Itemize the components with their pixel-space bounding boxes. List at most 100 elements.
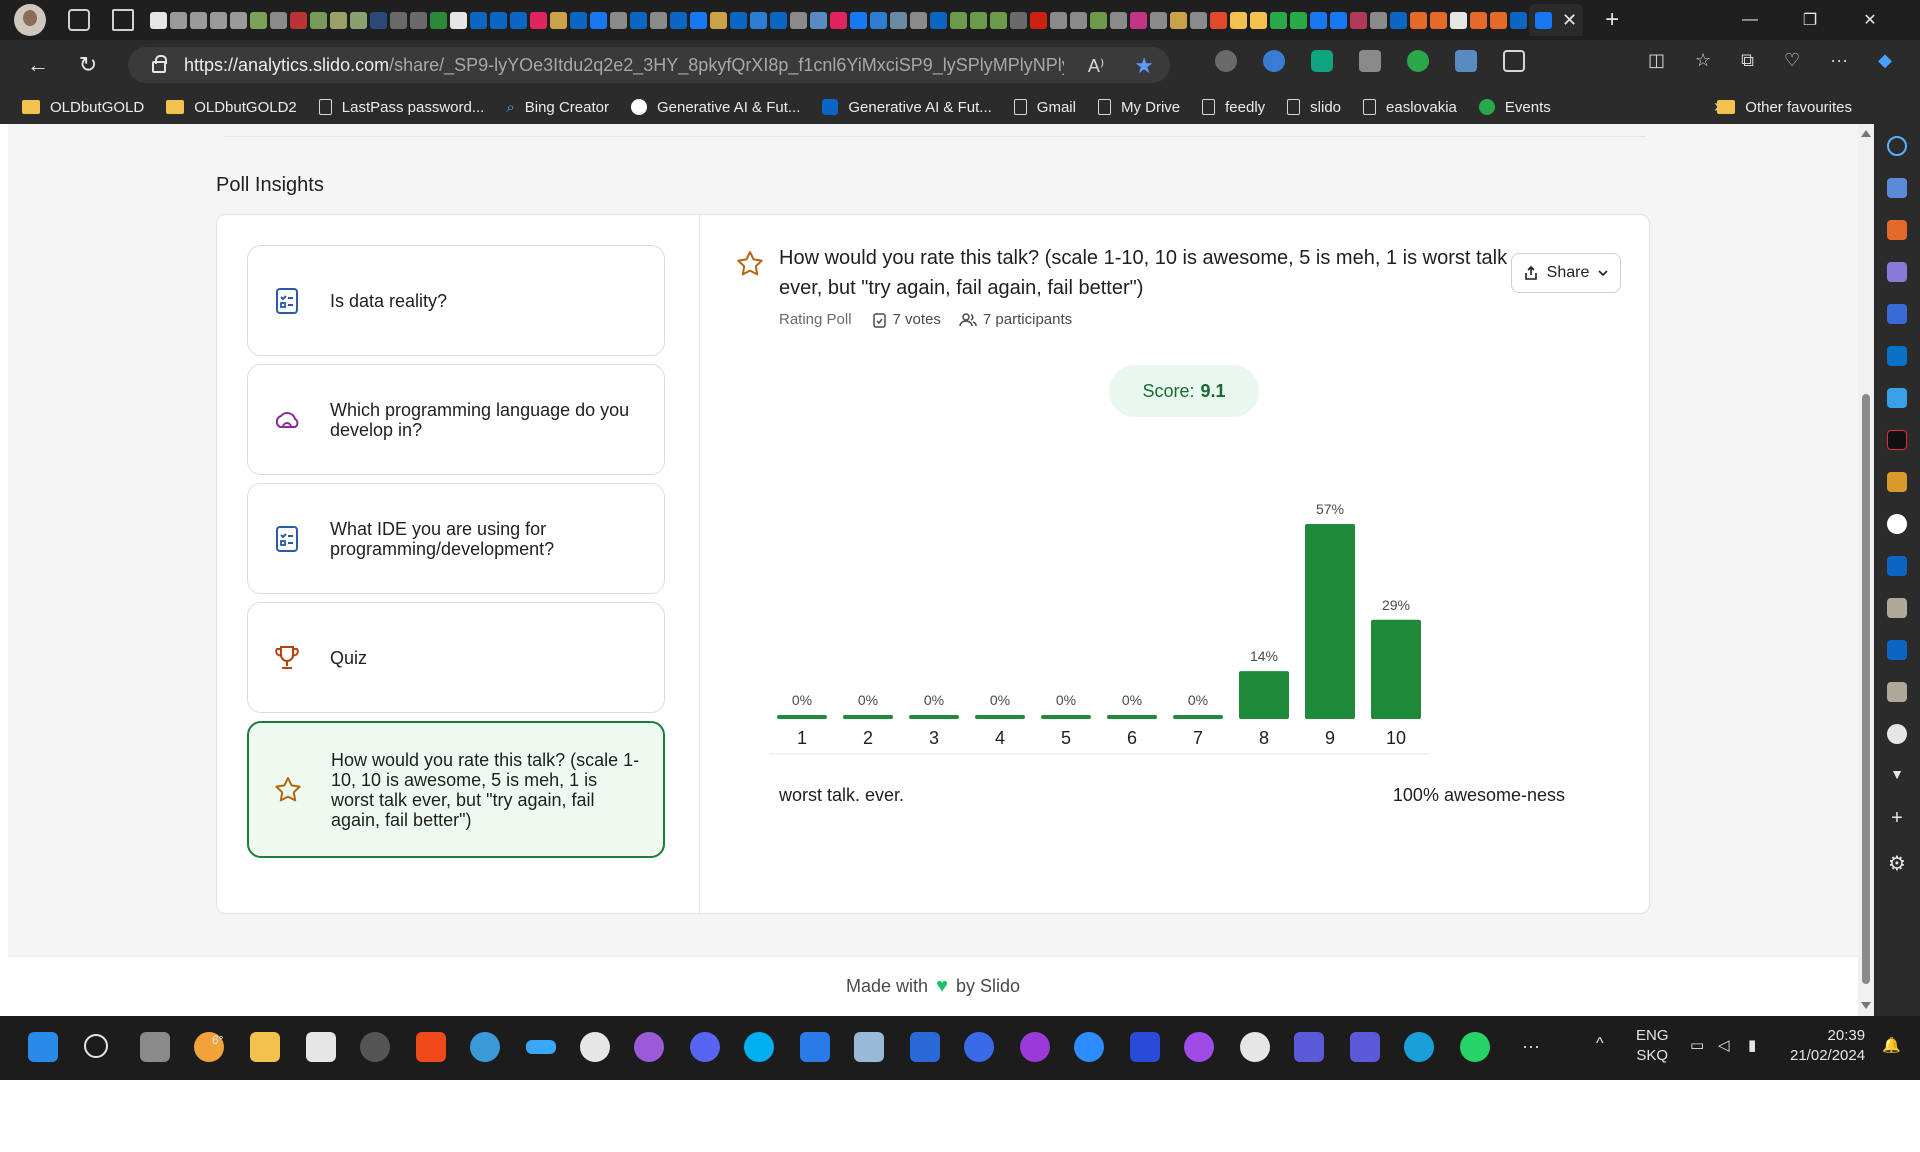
linkedin-tab-icon[interactable] <box>470 11 487 29</box>
edge-icon[interactable] <box>1404 1032 1434 1062</box>
signal-icon[interactable] <box>964 1032 994 1062</box>
tab-actions-icon[interactable] <box>112 9 134 31</box>
outlook-icon[interactable] <box>1887 346 1907 366</box>
search-icon[interactable] <box>1887 136 1907 156</box>
profile-avatar[interactable] <box>14 4 46 36</box>
tab-favicon[interactable] <box>890 11 907 29</box>
copilot-icon[interactable] <box>1887 304 1907 324</box>
tab-favicon[interactable] <box>250 11 267 29</box>
tab-favicon[interactable] <box>1010 11 1027 29</box>
poll-item[interactable]: Is data reality? <box>247 245 665 356</box>
tab-favicon[interactable] <box>1470 11 1487 29</box>
scroll-up-arrow-icon[interactable] <box>1861 130 1871 137</box>
profile-icon[interactable] <box>1887 598 1907 618</box>
windows-start-icon[interactable] <box>28 1032 58 1062</box>
tab-favicon[interactable] <box>1110 11 1127 29</box>
slido-tab-icon[interactable] <box>1270 11 1287 29</box>
tools-icon[interactable] <box>1887 220 1907 240</box>
facebook-tab-icon[interactable] <box>590 11 607 29</box>
linkedin-tab-icon[interactable] <box>1390 11 1407 29</box>
more-menu-icon[interactable]: ··· <box>1830 50 1848 71</box>
lab-icon[interactable] <box>360 1032 390 1062</box>
facebook-tab-icon[interactable] <box>1310 11 1327 29</box>
teams-icon[interactable] <box>1294 1032 1324 1062</box>
file-explorer-icon[interactable] <box>250 1032 280 1062</box>
linkedin-icon[interactable] <box>1887 556 1907 576</box>
poll-item[interactable]: Which programming language do you develo… <box>247 364 665 475</box>
bookmark-item[interactable]: LastPass password... <box>318 99 484 116</box>
bookmark-item[interactable]: feedly <box>1202 99 1265 116</box>
favourites-icon[interactable]: ☆ <box>1695 50 1711 71</box>
app-icon[interactable] <box>470 1032 500 1062</box>
tab-favicon[interactable] <box>830 11 847 29</box>
tiktok-icon[interactable] <box>1887 430 1907 450</box>
tab-favicon[interactable] <box>230 11 247 29</box>
bookmark-item[interactable]: Events <box>1478 99 1551 116</box>
store-icon[interactable] <box>306 1032 336 1062</box>
slido-tab-icon[interactable] <box>1290 11 1307 29</box>
profile-icon[interactable] <box>1887 682 1907 702</box>
favourite-star-icon[interactable]: ★ <box>1134 53 1154 79</box>
discord-icon[interactable] <box>690 1032 720 1062</box>
tab-favicon[interactable] <box>950 11 967 29</box>
active-tab[interactable]: ✕ <box>1529 4 1584 36</box>
tab-favicon[interactable] <box>910 11 927 29</box>
tab-favicon[interactable] <box>750 11 767 29</box>
github-icon[interactable] <box>634 1032 664 1062</box>
volume-icon[interactable]: ◁ <box>1718 1036 1730 1056</box>
whatsapp-icon[interactable] <box>1460 1032 1490 1062</box>
bookmark-item[interactable]: Generative AI & Fut... <box>822 99 992 116</box>
tab-favicon[interactable] <box>450 11 467 29</box>
meta-icon[interactable] <box>526 1040 556 1054</box>
tab-favicon[interactable] <box>1490 11 1507 29</box>
tab-favicon[interactable] <box>530 11 547 29</box>
tab-favicon[interactable] <box>790 11 807 29</box>
app-icon[interactable] <box>1240 1032 1270 1062</box>
tab-favicon[interactable] <box>1410 11 1427 29</box>
tab-favicon[interactable] <box>1090 11 1107 29</box>
medium-icon[interactable] <box>1887 514 1907 534</box>
tab-favicon[interactable] <box>270 11 287 29</box>
tab-favicon[interactable] <box>970 11 987 29</box>
chevron-up-icon[interactable]: ^ <box>1596 1034 1604 1054</box>
tab-favicon[interactable] <box>550 11 567 29</box>
extension-icon[interactable] <box>1887 472 1907 492</box>
tab-favicon[interactable] <box>390 11 407 29</box>
tab-favicon[interactable] <box>330 11 347 29</box>
linkedin-tab-icon[interactable] <box>490 11 507 29</box>
collections-icon[interactable]: ⧉ <box>1741 50 1754 71</box>
tab-favicon[interactable] <box>990 11 1007 29</box>
tab-favicon[interactable] <box>810 11 827 29</box>
task-view-icon[interactable] <box>140 1032 170 1062</box>
tab-favicon[interactable] <box>1190 11 1207 29</box>
add-icon[interactable]: + <box>1887 808 1907 828</box>
tab-favicon[interactable] <box>1370 11 1387 29</box>
bookmark-item[interactable]: My Drive <box>1097 99 1180 116</box>
chatgpt-extension-icon[interactable] <box>1311 50 1333 72</box>
app-icon[interactable] <box>1020 1032 1050 1062</box>
skype-icon[interactable] <box>744 1032 774 1062</box>
linkedin-tab-icon[interactable] <box>670 11 687 29</box>
split-screen-icon[interactable]: ◫ <box>1648 50 1665 71</box>
linkedin-tab-icon[interactable] <box>930 11 947 29</box>
extension-icon[interactable] <box>1263 50 1285 72</box>
slack-icon[interactable] <box>580 1032 610 1062</box>
poll-item[interactable]: What IDE you are using for programming/d… <box>247 483 665 594</box>
instagram-tab-icon[interactable] <box>1130 11 1147 29</box>
bookmark-item[interactable]: OLDbutGOLD <box>22 99 144 116</box>
new-tab-button[interactable]: + <box>1605 6 1619 34</box>
restore-icon[interactable]: ❐ <box>1780 0 1840 40</box>
browser-essentials-icon[interactable]: ♡ <box>1784 50 1800 71</box>
github-icon[interactable] <box>1887 724 1907 744</box>
messenger-icon[interactable] <box>1184 1032 1214 1062</box>
notifications-bell-icon[interactable]: 🔔 <box>1882 1036 1901 1056</box>
linkedin-tab-icon[interactable] <box>510 11 527 29</box>
extension-icon[interactable] <box>1359 50 1381 72</box>
tab-favicon[interactable] <box>1430 11 1447 29</box>
tab-favicon[interactable] <box>310 11 327 29</box>
brave-icon[interactable] <box>416 1032 446 1062</box>
tab-favicon[interactable] <box>410 11 427 29</box>
scroll-down-arrow-icon[interactable] <box>1861 1002 1871 1009</box>
tab-favicon[interactable] <box>210 11 227 29</box>
page-scrollbar[interactable] <box>1858 124 1874 1016</box>
